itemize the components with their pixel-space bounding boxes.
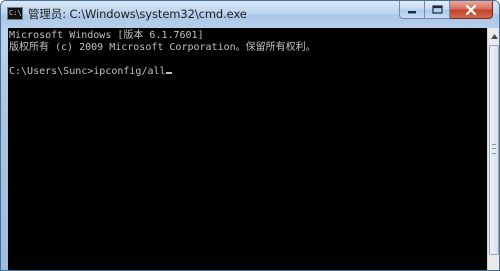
text-cursor: [165, 72, 172, 74]
cmd-app-icon[interactable]: C:\: [7, 7, 23, 20]
close-icon: [465, 4, 477, 15]
console-line-version: Microsoft Windows [版本 6.1.7601]: [9, 30, 204, 41]
console-line-copyright: 版权所有 (c) 2009 Microsoft Corporation。保留所有…: [9, 42, 316, 53]
scrollbar-thumb[interactable]: [489, 45, 499, 255]
scroll-up-button[interactable]: [488, 28, 499, 44]
vertical-scrollbar[interactable]: [487, 28, 499, 270]
console-line-prompt: C:\Users\Sunc>ipconfig/all: [9, 66, 172, 78]
window-controls: [399, 1, 493, 20]
cmd-window: C:\ 管理员: C:\Windows\system32\cmd.exe Mic…: [0, 0, 500, 271]
console-output-area[interactable]: Microsoft Windows [版本 6.1.7601] 版权所有 (c)…: [8, 28, 487, 270]
window-title: 管理员: C:\Windows\system32\cmd.exe: [28, 7, 247, 21]
command-input: C:\Users\Sunc>ipconfig/all: [9, 66, 166, 77]
minimize-button[interactable]: [399, 1, 425, 19]
minimize-icon: [408, 10, 416, 13]
close-button[interactable]: [450, 1, 493, 19]
title-bar[interactable]: C:\ 管理员: C:\Windows\system32\cmd.exe: [1, 1, 499, 28]
maximize-icon: [431, 5, 443, 14]
maximize-button[interactable]: [425, 1, 450, 19]
cmd-app-icon-text: C:\: [9, 9, 22, 17]
grip-icon: [492, 144, 496, 154]
arrow-up-icon: [490, 33, 498, 39]
